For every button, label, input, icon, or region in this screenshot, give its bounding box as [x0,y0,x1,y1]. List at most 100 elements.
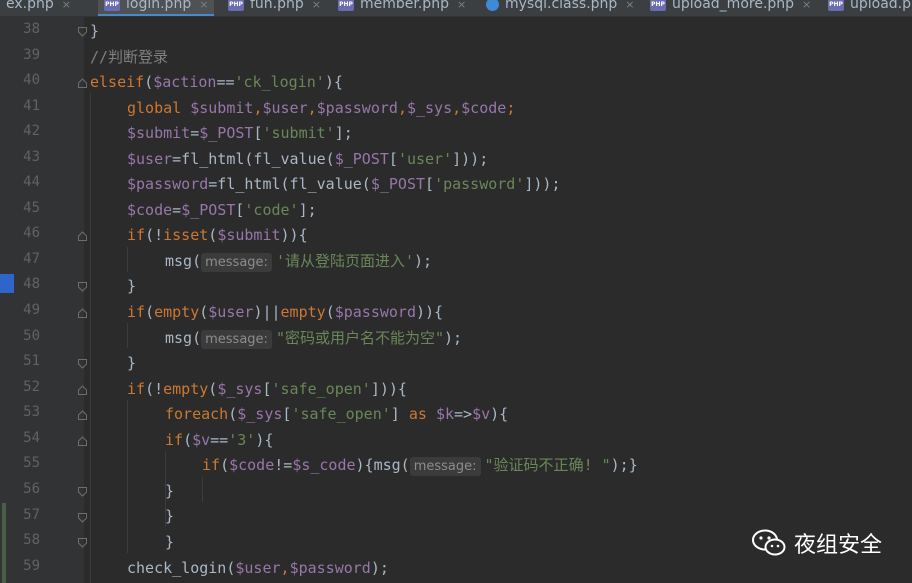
code-token: $user [208,303,254,321]
code-token: )){ [280,226,308,244]
code-token: ( [145,303,155,321]
code-token: 'code' [244,201,299,219]
code-token: $password [127,175,209,193]
code-token: ]; [334,124,353,142]
close-icon[interactable]: × [457,0,466,11]
close-icon[interactable]: × [625,0,634,11]
fold-end-icon[interactable] [78,487,87,497]
fold-end-icon[interactable] [78,27,87,37]
indent-guide [127,400,128,553]
tab-member-php[interactable]: PHP member.php × [338,0,466,14]
line-number: 45 [23,200,40,216]
code-token: } [165,507,175,525]
close-icon[interactable]: × [802,0,811,11]
class-file-icon [486,0,499,11]
code-line-57: } [165,504,174,529]
tab-login-php[interactable]: PHP login.php × [98,0,215,16]
code-token: } [127,354,137,372]
code-token: , [452,99,462,117]
code-token: ( [199,303,209,321]
code-token: $submit [127,124,191,142]
line-number: 49 [23,302,40,318]
line-number: 42 [23,123,40,139]
code-token: 'ck_login' [234,73,325,91]
line-number: 44 [23,174,40,190]
fold-end-icon[interactable] [78,359,87,369]
php-file-icon: PHP [228,0,244,11]
code-token: } [165,533,175,551]
wechat-icon [751,529,786,556]
editor-tab-bar: ex.php × PHP login.php × PHP fun.php × P… [0,0,912,17]
code-token: == [210,431,229,449]
parameter-hint: message: [201,253,272,272]
code-token: as [408,405,436,423]
code-token: ){msg( [355,456,410,474]
line-number: 47 [23,251,40,267]
watermark: 夜组安全 [751,527,882,559]
code-token: $password [289,559,371,577]
close-icon[interactable]: × [62,0,71,11]
fold-start-icon[interactable] [78,231,87,241]
code-token: $submit [190,99,254,117]
code-token: 'safe_open' [291,405,391,423]
code-token: empty [154,303,200,321]
code-token: ])); [452,150,489,168]
line-number: 50 [23,328,40,344]
code-token: elseif [90,73,145,91]
code-line-58: } [165,530,174,555]
line-number: 59 [23,558,40,574]
fold-end-icon[interactable] [78,282,87,292]
code-token: =fl_html(fl_value( [172,150,335,168]
tab-label: mysql.class.php [505,0,618,12]
fold-start-icon[interactable] [78,410,87,420]
code-token: ){ [255,431,274,449]
tab-mysql-class-php[interactable]: mysql.class.php × [486,0,635,14]
code-line-55: if($code!=$s_code){msg(message: "验证码不正确! … [202,453,638,478]
code-token: ( [183,431,193,449]
code-token: $_sys [237,405,283,423]
fold-start-icon[interactable] [78,436,87,446]
line-number: 43 [23,149,40,165]
tab-upload-more-php[interactable]: PHP upload_more.php × [650,0,811,14]
fold-end-icon[interactable] [78,538,87,548]
code-token: "验证码不正确! " [484,456,611,474]
code-token: $password [316,99,398,117]
code-token: ])){ [370,380,407,398]
code-token: [ [388,150,398,168]
code-token: msg( [165,252,202,270]
line-number: 51 [23,353,40,369]
code-token: $user [262,99,308,117]
code-line-43: $user=fl_html(fl_value($_POST['user'])); [127,147,488,172]
code-token: check_login( [127,559,236,577]
tab-fun-php[interactable]: PHP fun.php × [228,0,321,14]
fold-start-icon[interactable] [78,78,87,88]
code-token: foreach [165,405,229,423]
code-line-38: } [90,19,99,44]
line-number: 57 [23,507,40,523]
tab-upload-php[interactable]: PHP upload.p [828,0,911,14]
code-editor[interactable]: } //判断登录 elseif($action=='ck_login'){ gl… [90,17,912,583]
code-token: "密码或用户名不能为空" [275,329,445,347]
line-number: 41 [23,98,40,114]
code-token: $s_code [292,456,356,474]
tab-ex-php[interactable]: ex.php × [6,0,71,14]
code-token: ); [414,252,433,270]
code-line-49: if(empty($user)||empty($password)){ [127,300,443,325]
indent-guide [127,247,128,272]
code-line-47: msg(message: '请从登陆页面进入'); [165,249,432,274]
code-token: [ [425,175,435,193]
code-token: if [202,456,221,474]
code-token: $v [472,405,491,423]
parameter-hint: message: [409,457,481,476]
fold-start-icon[interactable] [78,308,87,318]
fold-end-icon[interactable] [78,513,87,523]
fold-start-icon[interactable] [78,385,87,395]
code-line-53: foreach($_sys['safe_open'] as $k=>$v){ [165,402,508,427]
code-token: => [454,405,473,423]
code-token: 'submit' [262,124,335,142]
code-token: } [165,482,175,500]
code-token: $k [435,405,454,423]
close-icon[interactable]: × [312,0,321,11]
close-icon[interactable]: × [199,0,208,11]
code-line-42: $submit=$_POST['submit']; [127,121,353,146]
